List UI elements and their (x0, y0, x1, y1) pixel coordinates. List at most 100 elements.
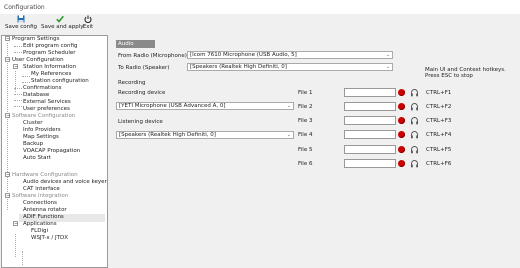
tree-item-station-configuration[interactable]: Station configuration (31, 78, 89, 84)
record-icon[interactable] (398, 131, 405, 138)
file-path-input[interactable] (344, 130, 396, 139)
hotkeys-note-esc: Press ESC to stop (425, 73, 473, 79)
headphones-icon[interactable] (410, 159, 419, 168)
save-config-label: Save config (4, 24, 38, 30)
chevron-down-icon: ⌄ (385, 52, 390, 58)
checkmark-icon (56, 15, 64, 23)
tree-item-auto-start[interactable]: Auto Start (23, 155, 51, 161)
tree-item-voacap-propagation[interactable]: VOACAP Propagation (23, 148, 80, 154)
headphones-icon[interactable] (410, 88, 419, 97)
tree-item-edit-program-config[interactable]: Edit program config (23, 43, 77, 49)
chevron-down-icon: ⌄ (286, 103, 291, 109)
collapse-toggle[interactable]: − (13, 221, 18, 227)
tree-item-adif-functions[interactable]: ADIF Functions (23, 214, 64, 220)
tree-item-my-references[interactable]: My References (31, 71, 71, 77)
recording-device-label: Recording device (118, 90, 166, 96)
to-radio-label: To Radio (Speaker) (118, 65, 170, 71)
tree-item-fldigi[interactable]: FLDigi (31, 228, 48, 234)
tree-line (15, 234, 16, 257)
tree-item-cluster[interactable]: Cluster (23, 120, 43, 126)
tree-item-antenna-rotator[interactable]: Antenna rotator (23, 207, 67, 213)
tree-item-program-settings[interactable]: Program Settings (12, 36, 60, 42)
tree-item-backup[interactable]: Backup (23, 141, 43, 147)
listening-device-value: [Speakers (Realtek High Definiti, 0] (119, 132, 216, 138)
tree-line (14, 88, 22, 89)
title-bar: Configuration (0, 0, 520, 14)
file-path-input[interactable] (344, 159, 396, 168)
record-icon[interactable] (398, 103, 405, 110)
hotkey-label: CTRL+F3 (426, 118, 452, 124)
tree-item-applications[interactable]: Applications (23, 221, 57, 227)
collapse-toggle[interactable]: − (13, 64, 18, 70)
file-path-input[interactable] (344, 102, 396, 111)
collapse-toggle[interactable]: − (5, 36, 10, 42)
exit-button[interactable]: Exit (81, 14, 95, 34)
tree-line (7, 43, 8, 210)
save-and-apply-button[interactable]: Save and apply (41, 14, 84, 34)
tree-item-station-information[interactable]: Station Information (23, 64, 76, 70)
hotkey-label: CTRL+F5 (426, 147, 452, 153)
tree-item-connections[interactable]: Connections (23, 200, 57, 206)
tree-item-map-settings[interactable]: Map Settings (23, 134, 59, 140)
chevron-down-icon: ⌄ (385, 64, 390, 70)
from-radio-label: From Radio (Microphone) (118, 53, 187, 59)
file-label: File 2 (298, 104, 313, 110)
tree-line (22, 76, 30, 77)
save-config-button[interactable]: Save config (3, 14, 39, 34)
exit-label: Exit (82, 24, 94, 30)
tree-item-audio-devices[interactable]: Audio devices and voice keyer (23, 179, 107, 185)
tree-item-wsjt-jtdx[interactable]: WSJT-x / JTDX (31, 235, 68, 241)
headphones-icon[interactable] (410, 130, 419, 139)
toolbar: Save config Save and apply Exit (0, 14, 520, 34)
hotkey-label: CTRL+F6 (426, 161, 452, 167)
collapse-toggle[interactable]: − (5, 172, 10, 178)
headphones-icon[interactable] (410, 145, 419, 154)
section-header: Audio devices (116, 40, 155, 55)
collapse-toggle[interactable]: − (5, 113, 10, 119)
file-label: File 1 (298, 90, 313, 96)
record-icon[interactable] (398, 160, 405, 167)
from-radio-select[interactable]: [Icom 7610 Microphone (USB Audio, 5] ⌄ (187, 51, 393, 59)
tree-line (14, 52, 22, 53)
file-label: File 6 (298, 161, 313, 167)
file-path-input[interactable] (344, 88, 396, 97)
tree-item-confirmations[interactable]: Confirmations (23, 85, 61, 91)
file-label: File 3 (298, 118, 313, 124)
headphones-icon[interactable] (410, 116, 419, 125)
tree-item-software-integration[interactable]: Software integration (12, 193, 68, 199)
file-label: File 5 (298, 147, 313, 153)
hotkey-label: CTRL+F2 (426, 104, 452, 110)
record-icon[interactable] (398, 146, 405, 153)
tree-item-user-preferences[interactable]: User preferences (23, 106, 70, 112)
file-path-input[interactable] (344, 145, 396, 154)
tree-line (14, 106, 22, 107)
window-title: Configuration (4, 4, 45, 11)
listening-device-select[interactable]: [Speakers (Realtek High Definiti, 0] ⌄ (116, 131, 294, 139)
tree-item-info-providers[interactable]: Info Providers (23, 127, 61, 133)
tree-item-database[interactable]: Database (23, 92, 49, 98)
hotkey-label: CTRL+F1 (426, 90, 452, 96)
tree-line (14, 100, 22, 101)
tree-item-hardware-configuration[interactable]: Hardware Configuration (12, 172, 78, 178)
recording-heading: Recording (118, 80, 146, 86)
save-and-apply-label: Save and apply (41, 24, 84, 30)
record-icon[interactable] (398, 89, 405, 96)
tree-line (14, 94, 22, 95)
power-icon (84, 15, 92, 23)
tree-item-cat-interface[interactable]: CAT interface (23, 186, 60, 192)
to-radio-value: [Speakers (Realtek High Definiti, 0] (190, 64, 287, 70)
tree-item-program-scheduler[interactable]: Program Scheduler (23, 50, 76, 56)
tree-item-external-services[interactable]: External Services (23, 99, 71, 105)
from-radio-value: [Icom 7610 Microphone (USB Audio, 5] (190, 52, 297, 58)
record-icon[interactable] (398, 117, 405, 124)
chevron-down-icon: ⌄ (286, 132, 291, 138)
tree-item-user-configuration[interactable]: User Configuration (12, 57, 64, 63)
tree-item-software-configuration[interactable]: Software Configuration (12, 113, 75, 119)
listening-device-label: Listening device (118, 119, 163, 125)
collapse-toggle[interactable]: − (5, 57, 10, 63)
headphones-icon[interactable] (410, 102, 419, 111)
to-radio-select[interactable]: [Speakers (Realtek High Definiti, 0] ⌄ (187, 63, 393, 71)
recording-device-select[interactable]: [YETI Microphone (USB Advanced A, 0] ⌄ (116, 102, 294, 110)
collapse-toggle[interactable]: − (5, 193, 10, 199)
file-path-input[interactable] (344, 116, 396, 125)
